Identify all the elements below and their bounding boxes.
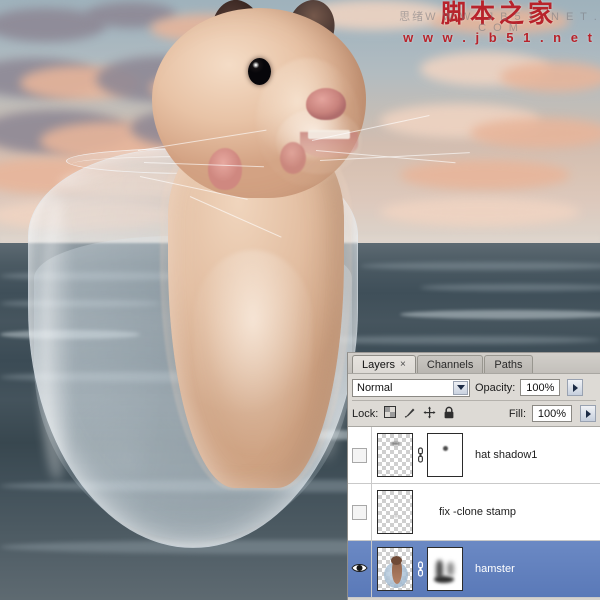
layer-thumbnail[interactable] — [377, 490, 413, 534]
layer-list[interactable]: hat shadow1 fix -clone stamp — [348, 426, 600, 598]
tab-channels-label: Channels — [427, 359, 473, 371]
link-layers-icon[interactable] — [413, 447, 427, 463]
lock-row: Lock: — [352, 403, 596, 424]
cloud — [400, 160, 570, 190]
link-layers-icon[interactable] — [413, 561, 427, 577]
lock-icon-group — [384, 406, 455, 422]
layer-name[interactable]: fix -clone stamp — [439, 506, 516, 518]
hamster-teeth — [308, 130, 350, 139]
opacity-label: Opacity: — [475, 382, 515, 394]
layer-visibility-toggle[interactable] — [348, 541, 372, 597]
cloud — [380, 198, 580, 226]
tab-paths[interactable]: Paths — [484, 355, 532, 373]
layer-visibility-toggle[interactable] — [348, 427, 372, 483]
fill-label: Fill: — [509, 408, 526, 420]
cloud — [470, 118, 600, 148]
opacity-input[interactable]: 100% — [520, 379, 560, 396]
hamster-nose — [306, 88, 346, 120]
chevron-down-icon[interactable] — [453, 381, 468, 395]
tab-channels[interactable]: Channels — [417, 355, 483, 373]
blend-mode-select[interactable]: Normal — [352, 379, 470, 397]
lock-transparent-pixels-icon[interactable] — [384, 406, 396, 421]
blend-mode-row: Normal Opacity: 100% — [352, 377, 596, 398]
eye-off-icon — [352, 505, 367, 520]
hamster-belly — [194, 250, 312, 480]
layer-mask-thumbnail[interactable] — [427, 433, 463, 477]
cloud — [430, 8, 570, 34]
close-icon[interactable]: × — [400, 359, 406, 370]
fill-input[interactable]: 100% — [532, 405, 572, 422]
panel-body: Normal Opacity: 100% Lock: — [348, 373, 600, 598]
hamster-paw-left — [208, 148, 242, 190]
eye-icon[interactable] — [351, 562, 368, 577]
layers-panel: Layers × Channels Paths Normal Opacity: … — [347, 352, 600, 600]
layer-name[interactable]: hamster — [475, 563, 515, 575]
divider — [352, 400, 596, 401]
layer-mask-thumbnail[interactable] — [427, 547, 463, 591]
hamster-eye — [248, 58, 271, 85]
lock-all-icon[interactable] — [443, 406, 455, 422]
panel-tab-strip: Layers × Channels Paths — [348, 353, 600, 373]
layer-thumbnail[interactable] — [377, 433, 413, 477]
layer-row[interactable]: fix -clone stamp — [348, 484, 600, 541]
layer-name[interactable]: hat shadow1 — [475, 449, 537, 461]
layer-row[interactable]: hamster — [348, 541, 600, 598]
layer-row[interactable]: hat shadow1 — [348, 427, 600, 484]
fill-stepper-icon[interactable] — [580, 405, 596, 422]
tab-layers[interactable]: Layers × — [352, 355, 416, 373]
tab-paths-label: Paths — [494, 359, 522, 371]
bowl-highlight-left — [40, 200, 74, 480]
layer-visibility-toggle[interactable] — [348, 484, 372, 540]
hamster-paw-right — [280, 142, 306, 174]
layer-thumbnail[interactable] — [377, 547, 413, 591]
eye-off-icon — [352, 448, 367, 463]
screenshot-root: 思绪W W W . J B 5 1 . N E T . C O M 脚本之家 w… — [0, 0, 600, 600]
blend-mode-value: Normal — [357, 382, 392, 394]
cloud — [500, 62, 600, 92]
lock-image-pixels-icon[interactable] — [403, 406, 416, 422]
lock-position-icon[interactable] — [423, 406, 436, 422]
lock-label: Lock: — [352, 408, 378, 420]
tab-layers-label: Layers — [362, 359, 395, 371]
opacity-stepper-icon[interactable] — [567, 379, 583, 396]
